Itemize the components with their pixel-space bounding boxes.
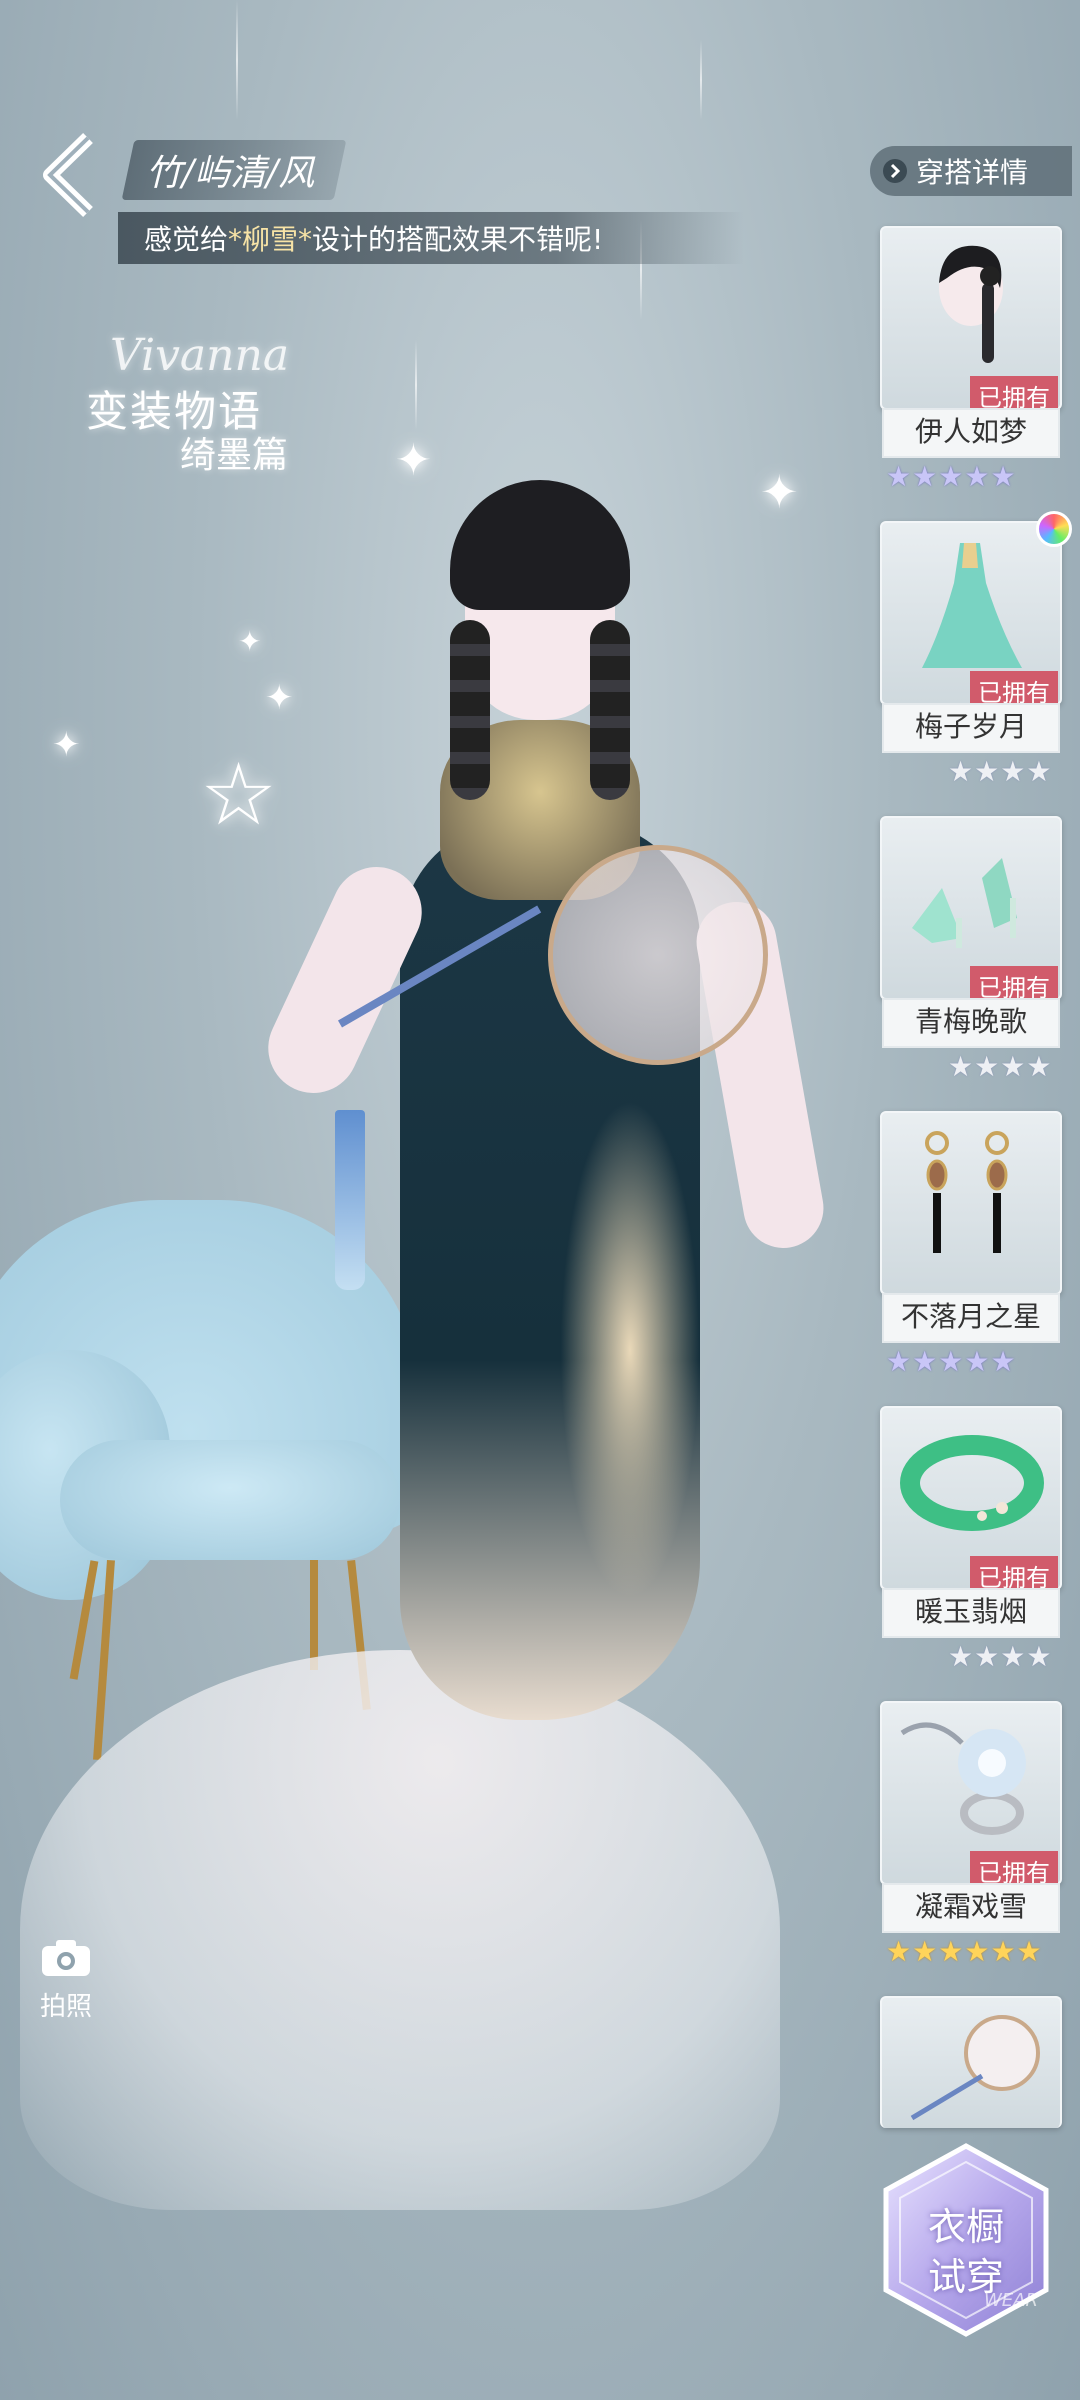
shoes-icon (912, 858, 1017, 948)
sparkle-icon: ✦ (395, 435, 432, 486)
light-streak (236, 0, 238, 120)
outfit-item-card[interactable] (880, 1996, 1062, 2128)
wear-watermark: WEAR (984, 2290, 1038, 2311)
round-fan (548, 845, 768, 1065)
item-star-rating: ★ ★ ★ ★ ★ ★ (886, 1935, 1042, 1968)
fan-icon (910, 2015, 1040, 2121)
item-star-rating: ★ ★ ★ ★ (948, 755, 1052, 788)
item-name: 凝霜戏雪 (882, 1883, 1060, 1933)
outfit-item-card[interactable]: 已拥有 暖玉翡烟 ★ ★ ★ ★ (880, 1406, 1062, 1673)
gown-train (20, 1650, 780, 2210)
outfit-item-card[interactable]: 已拥有 青梅晚歌 ★ ★ ★ ★ (880, 816, 1062, 1083)
color-variant-icon[interactable] (1036, 511, 1072, 547)
bracelet-icon (900, 1435, 1044, 1531)
hair-icon (939, 245, 1003, 363)
sparkle-icon: ☆ (200, 745, 278, 845)
wardrobe-tryon-button[interactable]: 衣橱 试穿 WEAR (876, 2140, 1056, 2340)
item-name: 暖玉翡烟 (882, 1588, 1060, 1638)
outfit-item-card[interactable]: 不落月之星 ★ ★ ★ ★ ★ (880, 1111, 1062, 1378)
item-name: 不落月之星 (882, 1293, 1060, 1343)
game-logo: Vivanna 变装物语 绮墨篇 (86, 330, 290, 476)
outfit-detail-button[interactable]: 穿搭详情 (870, 146, 1072, 196)
outfit-title: 竹/屿清/风 (121, 140, 347, 200)
item-name: 青梅晚歌 (882, 998, 1060, 1048)
chevron-right-icon (883, 159, 907, 183)
light-streak (700, 40, 702, 120)
earrings-icon (925, 1131, 1009, 1253)
designer-name: *柳雪* (228, 223, 313, 256)
item-name: 梅子岁月 (882, 703, 1060, 753)
photo-button[interactable]: 拍照 (40, 1938, 92, 2023)
outfit-item-card[interactable]: 已拥有 凝霜戏雪 ★ ★ ★ ★ ★ ★ (880, 1701, 1062, 1968)
dress-icon (922, 543, 1022, 668)
sparkle-icon: ✦ (760, 465, 799, 519)
sparkle-icon: ✦ (238, 625, 262, 658)
ring-icon (900, 1722, 1026, 1835)
fan-tassel (335, 1110, 365, 1290)
item-star-rating: ★ ★ ★ ★ (948, 1640, 1052, 1673)
sparkle-icon: ✦ (52, 725, 81, 765)
item-star-rating: ★ ★ ★ ★ ★ (886, 460, 1016, 493)
back-button[interactable] (36, 130, 108, 220)
sparkle-icon: ✦ (265, 678, 294, 718)
light-streak (415, 340, 417, 430)
outfit-item-card[interactable]: 已拥有 梅子岁月 ★ ★ ★ ★ (880, 511, 1072, 788)
item-name: 伊人如梦 (882, 408, 1060, 458)
item-star-rating: ★ ★ ★ ★ (948, 1050, 1052, 1083)
character-hair (450, 480, 630, 610)
item-star-rating: ★ ★ ★ ★ ★ (886, 1345, 1016, 1378)
camera-icon (42, 1940, 90, 1976)
back-chevron-icon (43, 132, 93, 218)
designer-message: 感觉给 *柳雪* 设计的搭配效果不错呢! (118, 212, 744, 264)
outfit-item-card[interactable]: 已拥有 伊人如梦 ★ ★ ★ ★ ★ (880, 226, 1062, 493)
